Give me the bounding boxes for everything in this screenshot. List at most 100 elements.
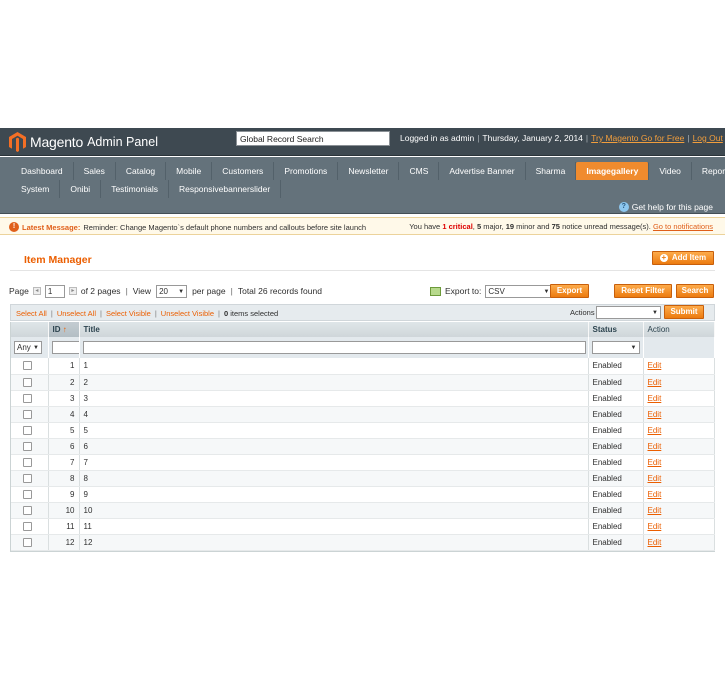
nav-item-cms[interactable]: CMS <box>399 162 440 180</box>
row-select-cell <box>11 470 49 487</box>
table-row[interactable]: 1 1 Enabled Edit <box>11 358 715 375</box>
reset-filter-button[interactable]: Reset Filter <box>614 284 672 298</box>
nav-item-advertise-banner[interactable]: Advertise Banner <box>439 162 526 180</box>
nav-item-testimonials[interactable]: Testimonials <box>101 180 169 198</box>
id-column-header[interactable]: ID ↑ <box>48 322 80 337</box>
row-checkbox[interactable] <box>23 425 32 435</box>
edit-link[interactable]: Edit <box>648 474 662 483</box>
edit-link[interactable]: Edit <box>648 378 662 387</box>
nav-item-video[interactable]: Video <box>649 162 692 180</box>
row-status: Enabled <box>588 438 644 455</box>
row-checkbox[interactable] <box>23 361 32 371</box>
search-button[interactable]: Search <box>676 284 714 298</box>
table-row[interactable]: 10 10 Enabled Edit <box>11 502 715 519</box>
table-row[interactable]: 2 2 Enabled Edit <box>11 374 715 391</box>
row-checkbox[interactable] <box>23 473 32 483</box>
date-text: Thursday, January 2, 2014 <box>482 133 583 143</box>
edit-link[interactable]: Edit <box>648 361 662 370</box>
edit-link[interactable]: Edit <box>648 410 662 419</box>
export-label: Export to: <box>445 286 482 296</box>
nav-item-promotions[interactable]: Promotions <box>274 162 339 180</box>
table-row[interactable]: 7 7 Enabled Edit <box>11 454 715 471</box>
nav-item-imagegallery[interactable]: Imagegallery <box>576 162 650 180</box>
row-id: 9 <box>48 486 80 503</box>
global-search-input[interactable] <box>236 131 390 146</box>
table-row[interactable]: 6 6 Enabled Edit <box>11 438 715 455</box>
nav-item-customers[interactable]: Customers <box>212 162 275 180</box>
notice-count: 75 <box>551 222 560 231</box>
edit-link[interactable]: Edit <box>648 442 662 451</box>
row-select-cell <box>11 358 49 375</box>
title-filter-input[interactable] <box>82 341 586 354</box>
page-number-input[interactable]: 1 <box>44 284 65 298</box>
row-checkbox[interactable] <box>23 537 32 547</box>
system-message-bar: ! Latest Message: Reminder: Change Magen… <box>0 217 725 235</box>
actions-select[interactable]: ▼ <box>596 306 661 319</box>
magento-logo[interactable]: Magento Admin Panel <box>9 131 158 153</box>
of-pages-text: of 2 pages <box>80 286 121 296</box>
table-row[interactable]: 3 3 Enabled Edit <box>11 390 715 407</box>
go-to-notifications-link[interactable]: Go to notifications <box>653 222 713 231</box>
row-id: 3 <box>48 390 80 407</box>
nav-item-sharma[interactable]: Sharma <box>526 162 577 180</box>
row-checkbox[interactable] <box>23 377 32 387</box>
nav-item-mobile[interactable]: Mobile <box>166 162 213 180</box>
chevron-down-icon: ▼ <box>178 288 185 295</box>
table-row[interactable]: 5 5 Enabled Edit <box>11 422 715 439</box>
row-checkbox[interactable] <box>23 409 32 419</box>
row-id: 11 <box>48 518 80 535</box>
edit-link[interactable]: Edit <box>648 394 662 403</box>
add-item-button[interactable]: + Add Item <box>652 251 714 265</box>
table-row[interactable]: 8 8 Enabled Edit <box>11 470 715 487</box>
any-filter-select[interactable]: Any ▼ <box>14 341 42 354</box>
export-format-select[interactable]: CSV ▼ <box>485 284 553 298</box>
edit-link[interactable]: Edit <box>648 522 662 531</box>
row-checkbox[interactable] <box>23 393 32 403</box>
help-link[interactable]: ? Get help for this page <box>618 202 713 212</box>
table-row[interactable]: 12 12 Enabled Edit <box>11 534 715 551</box>
nav-item-responsivebannerslider[interactable]: Responsivebannerslider <box>169 180 282 198</box>
table-row[interactable]: 4 4 Enabled Edit <box>11 406 715 423</box>
row-checkbox[interactable] <box>23 441 32 451</box>
row-checkbox[interactable] <box>23 505 32 515</box>
edit-link[interactable]: Edit <box>648 426 662 435</box>
nav-item-onibi[interactable]: Onibi <box>60 180 102 198</box>
status-filter-select[interactable]: ▼ <box>591 341 640 354</box>
nav-item-reports[interactable]: Reports <box>692 162 725 180</box>
logout-link[interactable]: Log Out <box>693 133 723 143</box>
add-item-label: Add Item <box>671 253 707 262</box>
row-action-cell: Edit <box>643 438 715 455</box>
status-column-header[interactable]: Status <box>588 322 644 337</box>
row-checkbox[interactable] <box>23 457 32 467</box>
edit-link[interactable]: Edit <box>648 490 662 499</box>
row-checkbox[interactable] <box>23 521 32 531</box>
export-button[interactable]: Export <box>550 284 589 298</box>
submit-button[interactable]: Submit <box>664 305 704 319</box>
title-column-header[interactable]: Title <box>79 322 589 337</box>
id-filter-input[interactable] <box>51 341 80 354</box>
table-row[interactable]: 11 11 Enabled Edit <box>11 518 715 535</box>
edit-link[interactable]: Edit <box>648 458 662 467</box>
next-page-icon[interactable]: ▸ <box>68 287 77 295</box>
nav-item-sales[interactable]: Sales <box>74 162 116 180</box>
row-checkbox[interactable] <box>23 489 32 499</box>
row-select-cell <box>11 422 49 439</box>
major-count: 5 <box>476 222 482 231</box>
select-all-link[interactable]: Select All <box>16 309 47 318</box>
row-id: 10 <box>48 502 80 519</box>
nav-item-catalog[interactable]: Catalog <box>116 162 167 180</box>
per-page-select[interactable]: 20 ▼ <box>156 284 188 298</box>
table-row[interactable]: 9 9 Enabled Edit <box>11 486 715 503</box>
nav-item-newsletter[interactable]: Newsletter <box>338 162 400 180</box>
nav-item-system[interactable]: System <box>11 180 61 198</box>
edit-link[interactable]: Edit <box>648 538 662 547</box>
prev-page-icon[interactable]: ◂ <box>32 287 41 295</box>
unselect-all-link[interactable]: Unselect All <box>57 309 96 318</box>
select-visible-link[interactable]: Select Visible <box>106 309 151 318</box>
row-action-cell: Edit <box>643 406 715 423</box>
unselect-visible-link[interactable]: Unselect Visible <box>161 309 214 318</box>
try-magento-link[interactable]: Try Magento Go for Free <box>591 133 684 143</box>
edit-link[interactable]: Edit <box>648 506 662 515</box>
per-page-value: 20 <box>159 286 168 296</box>
nav-item-dashboard[interactable]: Dashboard <box>11 162 74 180</box>
